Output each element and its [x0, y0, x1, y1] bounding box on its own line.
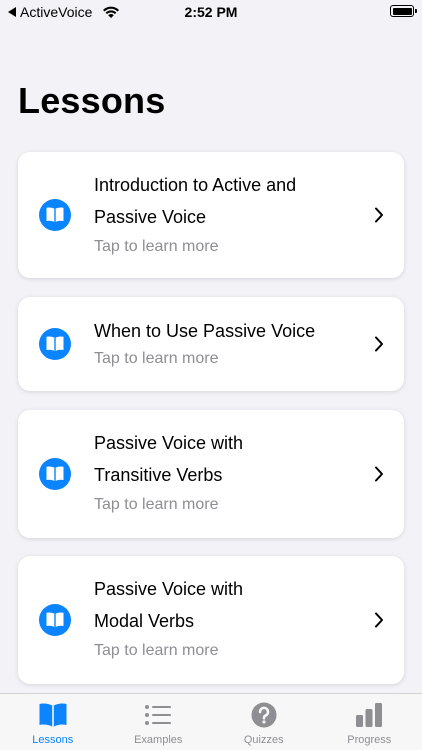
lesson-title: Introduction to Active and — [94, 175, 297, 195]
book-icon — [39, 604, 71, 636]
tab-progress[interactable]: Progress — [317, 694, 422, 750]
tab-label: Examples — [134, 734, 183, 746]
lesson-card[interactable]: Introduction to Active and Passive Voice… — [18, 152, 404, 278]
book-icon — [39, 703, 67, 727]
lesson-subtitle: Tap to learn more — [94, 350, 219, 367]
lesson-subtitle: Tap to learn more — [94, 642, 219, 659]
chevron-right-icon — [375, 612, 383, 628]
lesson-title: Passive Voice with — [94, 579, 244, 599]
book-icon — [39, 328, 71, 360]
lesson-card[interactable]: Passive Voice with Modal Verbs Tap to le… — [18, 556, 404, 684]
lesson-card[interactable]: When to Use Passive Voice Tap to learn m… — [18, 297, 404, 391]
question-icon — [251, 702, 277, 728]
tab-lessons[interactable]: Lessons — [0, 694, 106, 750]
battery-icon — [390, 5, 417, 17]
book-icon — [39, 199, 71, 231]
lesson-text: Passive Voice with Transitive Verbs Tap … — [94, 427, 344, 517]
status-time: 2:52 PM — [184, 4, 238, 20]
tab-examples[interactable]: Examples — [106, 694, 212, 750]
tab-label: Lessons — [32, 734, 74, 746]
lesson-text: When to Use Passive Voice Tap to learn m… — [94, 315, 344, 371]
lesson-subtitle: Tap to learn more — [94, 496, 219, 513]
lesson-card[interactable]: Passive Voice with Transitive Verbs Tap … — [18, 410, 404, 538]
lesson-title: Transitive Verbs — [94, 465, 223, 485]
lesson-text: Introduction to Active and Passive Voice… — [94, 169, 344, 259]
tab-label: Quizzes — [243, 734, 284, 746]
lesson-title: Passive Voice — [94, 207, 207, 227]
tab-quizzes[interactable]: Quizzes — [211, 694, 317, 750]
lesson-subtitle: Tap to learn more — [94, 238, 219, 255]
chevron-right-icon — [375, 336, 383, 352]
page-title: Lessons — [18, 80, 166, 121]
book-icon — [39, 458, 71, 490]
lesson-title: Passive Voice with — [94, 433, 244, 453]
lesson-title: Modal Verbs — [94, 611, 195, 631]
chevron-right-icon — [375, 207, 383, 223]
tab-label: Progress — [347, 734, 392, 746]
bar-chart-icon — [356, 703, 383, 727]
status-bar: ActiveVoice 2:52 PM — [0, 0, 422, 24]
lesson-title: When to Use Passive Voice — [94, 321, 316, 341]
chevron-right-icon — [375, 466, 383, 482]
lesson-text: Passive Voice with Modal Verbs Tap to le… — [94, 573, 344, 663]
tab-bar: Lessons Examples Quizzes Progress — [0, 693, 422, 750]
list-icon — [145, 705, 172, 725]
